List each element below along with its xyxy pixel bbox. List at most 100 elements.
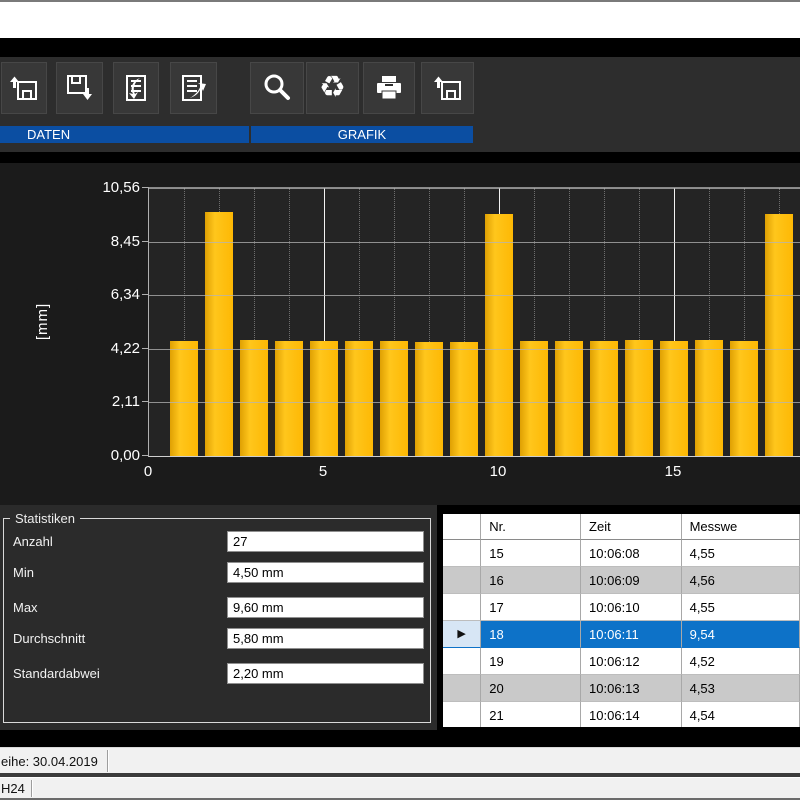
cell-zeit[interactable]: 10:06:09 (581, 567, 682, 594)
magnifier-icon (261, 72, 293, 104)
horizontal-gridline (149, 402, 800, 403)
cell-messwert[interactable]: 4,54 (682, 702, 800, 727)
statusbar-separator (107, 750, 108, 772)
row-header-cell[interactable] (443, 702, 481, 727)
zoom-graph-button[interactable] (250, 62, 304, 114)
row-header-cell[interactable] (443, 594, 481, 621)
y-tick-mark (142, 348, 149, 349)
cell-messwert[interactable]: 4,56 (682, 567, 800, 594)
toolbar: ♻ DATEN (0, 57, 800, 152)
plot-area[interactable] (148, 187, 800, 457)
bar-value-13 (590, 341, 618, 456)
group-label-daten: DATEN (0, 126, 249, 143)
y-tick-label: 10,56 (60, 179, 140, 196)
y-tick-label: 2,11 (60, 393, 140, 410)
bar-value-17 (730, 341, 758, 456)
x-tick-label: 5 (298, 463, 348, 480)
y-tick-label: 4,22 (60, 340, 140, 357)
stat-label-max: Max (13, 600, 38, 615)
title-strip (0, 2, 800, 38)
document-arrow-out-icon (178, 72, 210, 104)
horizontal-gridline (149, 188, 800, 189)
row-header-cell[interactable] (443, 540, 481, 567)
table-corner-cell[interactable] (443, 514, 481, 540)
statusbar-device: H24 (0, 777, 800, 799)
cell-messwert[interactable]: 4,52 (682, 648, 800, 675)
measurement-table[interactable]: Nr.ZeitMesswe1510:06:084,551610:06:094,5… (443, 514, 800, 727)
table-row[interactable]: 2110:06:144,54 (443, 702, 800, 727)
cell-nr[interactable]: 15 (481, 540, 581, 567)
stat-value-max[interactable]: 9,60 mm (227, 597, 424, 618)
cell-nr[interactable]: 21 (481, 702, 581, 727)
column-header-messwert[interactable]: Messwe (682, 514, 800, 540)
bar-value-7 (380, 341, 408, 456)
refresh-graph-button[interactable]: ♻ (306, 62, 359, 114)
cell-nr[interactable]: 20 (481, 675, 581, 702)
cell-messwert[interactable]: 4,55 (682, 594, 800, 621)
cell-messwert[interactable]: 4,53 (682, 675, 800, 702)
bar-value-2 (205, 212, 233, 456)
separator-band (0, 730, 800, 747)
open-data-button[interactable] (1, 62, 47, 114)
horizontal-gridline (149, 349, 800, 350)
device-id-text: H24 (0, 781, 25, 796)
x-tick-label: 15 (648, 463, 698, 480)
cell-messwert[interactable]: 9,54 (682, 621, 800, 648)
cell-messwert[interactable]: 4,55 (682, 540, 800, 567)
bar-value-5 (310, 341, 338, 456)
row-header-cell[interactable] (443, 567, 481, 594)
x-tick-label: 0 (123, 463, 173, 480)
row-header-cell[interactable] (443, 675, 481, 702)
row-header-cell[interactable] (443, 648, 481, 675)
cell-nr[interactable]: 16 (481, 567, 581, 594)
table-row[interactable]: ▶1810:06:119,54 (443, 621, 800, 648)
bar-value-11 (520, 341, 548, 456)
cell-nr[interactable]: 19 (481, 648, 581, 675)
cell-zeit[interactable]: 10:06:10 (581, 594, 682, 621)
stat-value-durchschnitt[interactable]: 5,80 mm (227, 628, 424, 649)
y-tick-mark (142, 294, 149, 295)
print-graph-button[interactable] (363, 62, 415, 114)
bar-value-3 (240, 340, 268, 456)
save-data-button[interactable] (56, 62, 103, 114)
bar-value-18 (765, 214, 793, 456)
app-window: ♻ DATEN (0, 0, 800, 800)
lower-region: Statistiken Anzahl27Min4,50 mmMax9,60 mm… (0, 505, 800, 747)
cell-zeit[interactable]: 10:06:14 (581, 702, 682, 727)
bar-value-6 (345, 341, 373, 456)
row-header-cell[interactable]: ▶ (443, 621, 481, 648)
table-row[interactable]: 1510:06:084,55 (443, 540, 800, 567)
table-row[interactable]: 1910:06:124,52 (443, 648, 800, 675)
cell-nr[interactable]: 18 (481, 621, 581, 648)
floppy-arrow-up-icon (432, 72, 464, 104)
table-row[interactable]: 1610:06:094,56 (443, 567, 800, 594)
stat-label-durchschnitt: Durchschnitt (13, 631, 85, 646)
series-date-text: eihe: 30.04.2019 (0, 754, 98, 769)
table-row[interactable]: 2010:06:134,53 (443, 675, 800, 702)
statusbar-series: eihe: 30.04.2019 (0, 747, 800, 774)
y-tick-mark (142, 241, 149, 242)
stat-value-standardabwei[interactable]: 2,20 mm (227, 663, 424, 684)
y-tick-label: 8,45 (60, 233, 140, 250)
save-graph-button[interactable] (421, 62, 474, 114)
stat-value-anzahl[interactable]: 27 (227, 531, 424, 552)
column-header-zeit[interactable]: Zeit (581, 514, 682, 540)
y-tick-mark (142, 401, 149, 402)
statistics-title: Statistiken (10, 511, 80, 526)
cell-nr[interactable]: 17 (481, 594, 581, 621)
stat-value-min[interactable]: 4,50 mm (227, 562, 424, 583)
bar-value-4 (275, 341, 303, 456)
floppy-arrow-down-icon (64, 72, 96, 104)
cell-zeit[interactable]: 10:06:11 (581, 621, 682, 648)
cell-zeit[interactable]: 10:06:12 (581, 648, 682, 675)
y-tick-label: 6,34 (60, 286, 140, 303)
cell-zeit[interactable]: 10:06:08 (581, 540, 682, 567)
y-tick-label: 0,00 (60, 447, 140, 464)
export-data-button[interactable] (170, 62, 217, 114)
cell-zeit[interactable]: 10:06:13 (581, 675, 682, 702)
separator-band (0, 38, 800, 57)
bar-value-16 (695, 340, 723, 456)
table-row[interactable]: 1710:06:104,55 (443, 594, 800, 621)
column-header-nr[interactable]: Nr. (481, 514, 581, 540)
import-data-button[interactable] (113, 62, 159, 114)
